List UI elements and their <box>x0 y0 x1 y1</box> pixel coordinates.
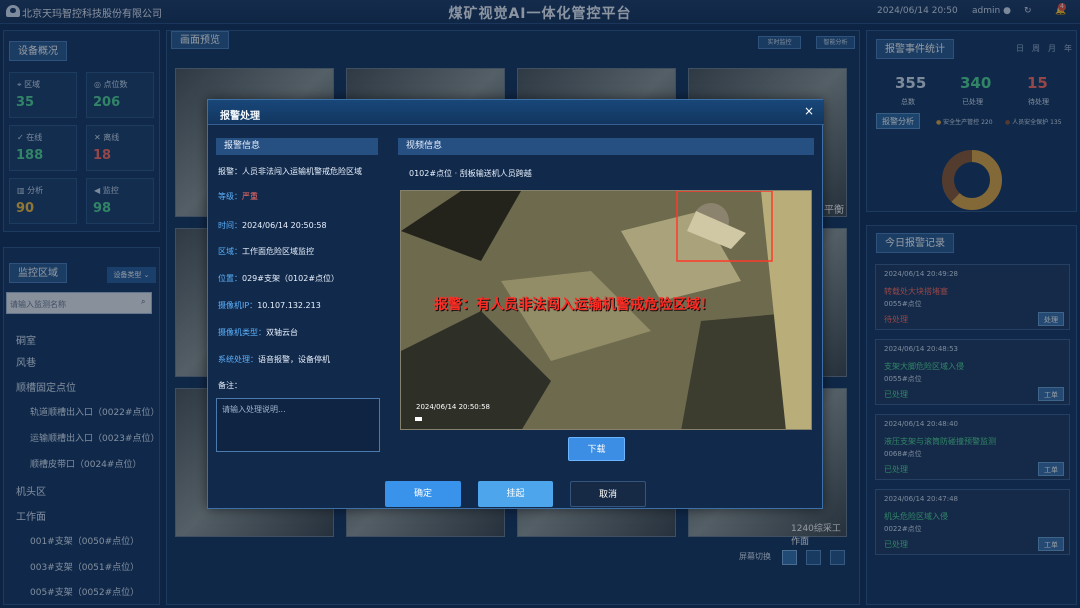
ip-value: 10.107.132.213 <box>257 301 321 310</box>
remark-label: 备注： <box>218 381 242 390</box>
modal-title: 报警处理 <box>220 111 260 122</box>
alarm-label: 报警： <box>218 167 242 176</box>
alarm-video-player[interactable]: 报警：有人员非法闯入运输机警戒危险区域！ 2024/06/14 20:50:58 <box>400 190 812 430</box>
ip-label: 摄像机IP： <box>218 301 258 310</box>
system-value: 语音报警，设备停机 <box>258 355 330 364</box>
time-value: 2024/06/14 20:50:58 <box>242 221 327 230</box>
level-value: 严重 <box>242 192 258 201</box>
video-caption: 0102#点位 · 刮板输送机人员跨越 <box>409 169 532 178</box>
alarm-info-system: 系统处理：语音报警，设备停机 <box>218 354 330 365</box>
cancel-button[interactable]: 取消 <box>570 481 646 507</box>
alarm-handling-modal: 报警处理 × 报警信息 视频信息 报警：人员非法闯入运输机警戒危险区域 等级：严… <box>207 99 824 509</box>
video-info-title: 视频信息 <box>398 138 814 155</box>
camera-type-value: 双轴云台 <box>266 328 298 337</box>
alarm-info-level: 等级：严重 <box>218 191 258 202</box>
video-progress-icon[interactable] <box>415 417 422 421</box>
system-label: 系统处理： <box>218 355 258 364</box>
alarm-info-title: 报警信息 <box>216 138 378 155</box>
position-label: 位置： <box>218 274 242 283</box>
remark-textarea[interactable]: 请输入处理说明... <box>216 398 380 452</box>
area-value: 工作面危险区域监控 <box>242 247 314 256</box>
alarm-info-time: 时间：2024/06/14 20:50:58 <box>218 220 327 231</box>
modal-header: 报警处理 × <box>208 100 824 125</box>
alarm-info-camera-type: 摄像机类型：双轴云台 <box>218 327 298 338</box>
video-warning-text: 报警：有人员非法闯入运输机警戒危险区域！ <box>434 297 714 313</box>
alarm-info-position: 位置：029#支架（0102#点位） <box>218 273 339 284</box>
level-label: 等级： <box>218 192 242 201</box>
hold-button[interactable]: 挂起 <box>478 481 553 507</box>
video-timestamp: 2024/06/14 20:50:58 <box>416 403 491 411</box>
alarm-info-area: 区域：工作面危险区域监控 <box>218 246 314 257</box>
alarm-info-alarm: 报警：人员非法闯入运输机警戒危险区域 <box>218 166 362 177</box>
position-value: 029#支架（0102#点位） <box>242 274 340 283</box>
area-label: 区域： <box>218 247 242 256</box>
download-button[interactable]: 下载 <box>568 437 625 461</box>
camera-type-label: 摄像机类型： <box>218 328 266 337</box>
confirm-button[interactable]: 确定 <box>385 481 461 507</box>
time-label: 时间： <box>218 221 242 230</box>
alarm-info-ip: 摄像机IP：10.107.132.213 <box>218 300 321 311</box>
close-icon[interactable]: × <box>804 104 814 118</box>
alarm-value: 人员非法闯入运输机警戒危险区域 <box>242 167 362 176</box>
